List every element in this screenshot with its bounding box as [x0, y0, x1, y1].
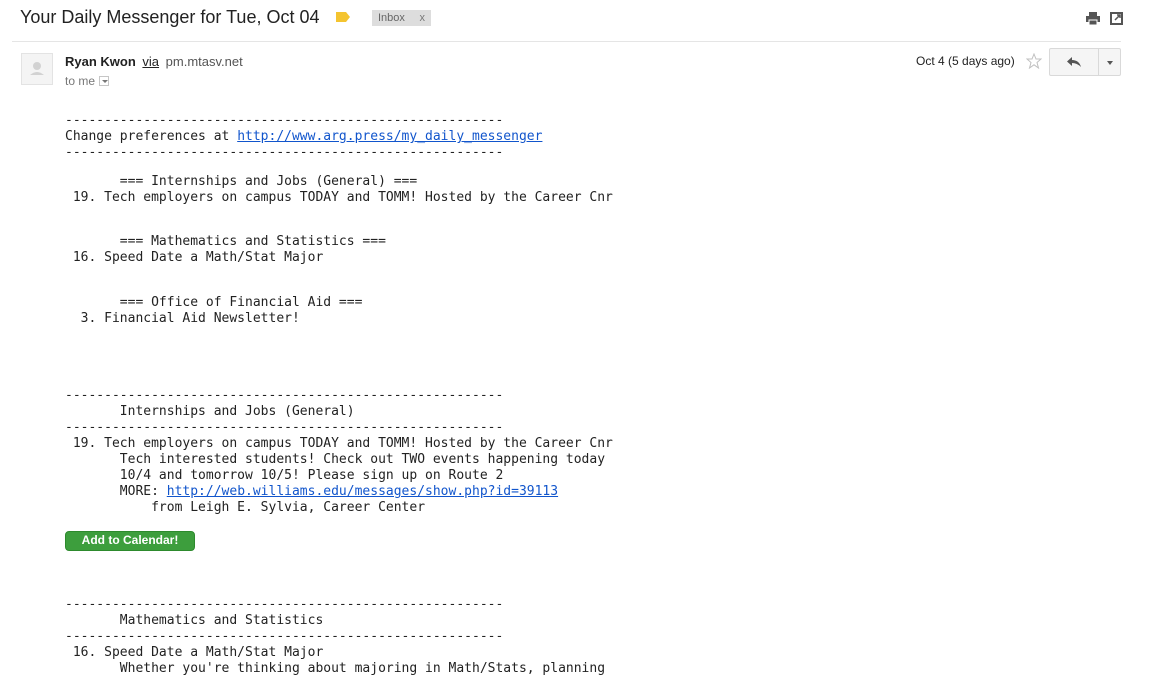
item-text: 10/4 and tomorrow 10/5! Please sign up o… [65, 468, 504, 483]
message-date: Oct 4 (5 days ago) [916, 54, 1015, 68]
item-text: Whether you're thinking about majoring i… [65, 661, 606, 676]
preferences-line: Change preferences at http://www.arg.pre… [65, 129, 542, 145]
show-details-button[interactable] [99, 75, 110, 86]
toc-item: 16. Speed Date a Math/Stat Major [65, 250, 324, 265]
chevron-down-icon [1107, 61, 1113, 65]
label-tag-icon[interactable] [336, 12, 350, 22]
more-actions-button[interactable] [1098, 48, 1121, 76]
subject-title: Your Daily Messenger for Tue, Oct 04 [20, 7, 320, 27]
toc-heading: === Mathematics and Statistics === [65, 234, 386, 249]
toc-heading: === Internships and Jobs (General) === [65, 174, 418, 189]
separator-line: ----------------------------------------… [65, 388, 504, 403]
toc-item: 3. Financial Aid Newsletter! [65, 311, 300, 326]
item-from: from Leigh E. Sylvia, Career Center [65, 500, 426, 515]
separator-line: ----------------------------------------… [65, 113, 504, 128]
reply-button[interactable] [1049, 48, 1099, 76]
reply-icon [1067, 57, 1081, 67]
add-to-calendar-button[interactable]: Add to Calendar! [65, 531, 195, 551]
new-window-icon[interactable] [1110, 12, 1123, 25]
person-icon [30, 62, 44, 75]
recipient-text: to me [65, 74, 96, 88]
separator-line: ----------------------------------------… [65, 629, 504, 644]
separator-line: ----------------------------------------… [65, 420, 504, 435]
inbox-label-chip[interactable]: Inbox x [372, 10, 431, 26]
via-domain: pm.mtasv.net [165, 54, 243, 69]
sender-line: Ryan Kwon via pm.mtasv.net [65, 54, 243, 69]
toc-item: 19. Tech employers on campus TODAY and T… [65, 190, 613, 205]
message-header: Your Daily Messenger for Tue, Oct 04 Inb… [0, 0, 1149, 42]
toc-heading: === Office of Financial Aid === [65, 295, 363, 310]
item-text: Tech interested students! Check out TWO … [65, 452, 606, 467]
via-link[interactable]: via [142, 54, 159, 69]
section-title: Internships and Jobs (General) [65, 404, 355, 419]
header-divider [12, 41, 1121, 42]
preferences-link[interactable]: http://www.arg.press/my_daily_messenger [237, 129, 542, 144]
item-title: 16. Speed Date a Math/Stat Major [65, 645, 324, 660]
separator-line: ----------------------------------------… [65, 597, 504, 612]
separator-line: ----------------------------------------… [65, 145, 504, 160]
more-label: MORE: [65, 484, 167, 499]
inbox-label-text: Inbox [378, 12, 405, 24]
preferences-text: Change preferences at [65, 129, 238, 144]
remove-label-button[interactable]: x [420, 10, 426, 26]
section-title: Mathematics and Statistics [65, 613, 324, 628]
item-title: 19. Tech employers on campus TODAY and T… [65, 436, 613, 451]
print-icon[interactable] [1086, 12, 1100, 25]
more-link[interactable]: http://web.williams.edu/messages/show.ph… [167, 484, 558, 499]
avatar [21, 53, 53, 85]
recipient-line: to me [65, 74, 110, 88]
star-icon[interactable] [1026, 53, 1042, 69]
item-more-line: MORE: http://web.williams.edu/messages/s… [65, 484, 558, 500]
sender-name[interactable]: Ryan Kwon [65, 54, 136, 69]
